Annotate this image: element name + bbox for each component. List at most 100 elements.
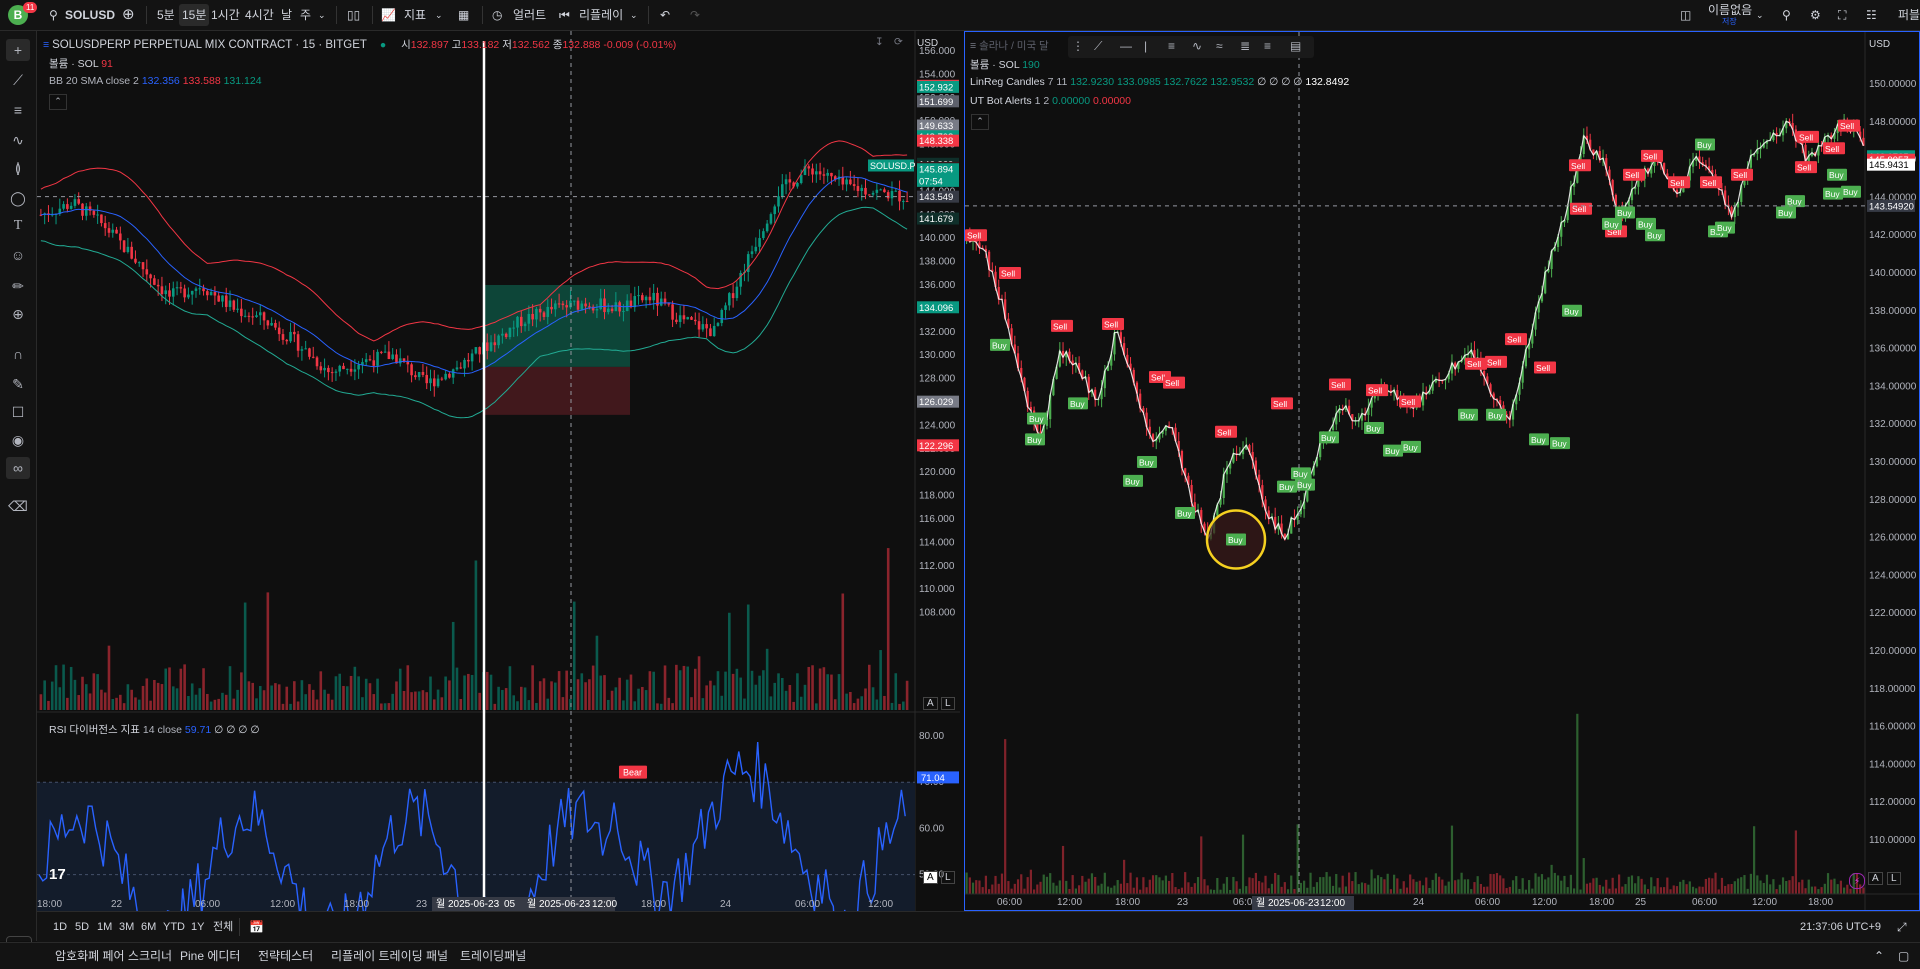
replay-button[interactable]: 리플레이 [579, 0, 623, 30]
ruler-icon[interactable]: ✏ [6, 275, 30, 297]
currency-selector-right[interactable]: USD [1869, 39, 1890, 50]
pattern-icon[interactable]: ∿ [1192, 39, 1202, 53]
publish-button[interactable]: 퍼블 [1898, 0, 1920, 30]
tab-trading-panel[interactable]: 트레이딩패널 [460, 943, 526, 969]
text-tool-icon[interactable]: T [6, 215, 30, 237]
chevron-down-icon[interactable]: ⌄ [630, 0, 638, 30]
clock-display[interactable]: 21:37:06 UTC+9 [1800, 912, 1881, 942]
candle-type-icon[interactable]: ▯▯ [347, 0, 360, 30]
trend-line-icon[interactable]: ⟋ [6, 69, 30, 91]
interval-5m[interactable]: 5분 [157, 0, 175, 30]
goto-date-icon[interactable]: 📅 [249, 912, 264, 942]
eye-icon[interactable]: ◉ [6, 429, 30, 451]
auto-scale-button-right[interactable]: A [1868, 872, 1883, 885]
settings-gear-icon[interactable]: ⚙ [1810, 0, 1821, 30]
interval-day[interactable]: 날 [281, 0, 292, 30]
parallel-channel-icon[interactable]: ≡ [1168, 39, 1175, 53]
auto-scale-button-rsi[interactable]: A [923, 871, 938, 884]
tab-strategy-tester[interactable]: 전략테스터 [258, 943, 313, 969]
crosshair-icon[interactable]: + [6, 39, 30, 61]
range-5d[interactable]: 5D [75, 912, 89, 942]
price-chart-right[interactable]: 150.00000148.00000146.00000144.00000142.… [965, 32, 1919, 910]
indicators-icon[interactable]: 📈 [381, 0, 396, 30]
fib-retracement-icon[interactable]: ≡ [6, 99, 30, 121]
maximize-icon[interactable]: ⤢ [1897, 912, 1907, 942]
chevron-down-icon[interactable]: ⌄ [435, 0, 443, 30]
auto-scale-button[interactable]: A [923, 697, 938, 710]
volume-legend-right[interactable]: 볼륨 · SOL 190 [970, 57, 1040, 72]
range-all[interactable]: 전체 [213, 912, 233, 942]
volume-bar [436, 689, 440, 710]
chevron-down-icon[interactable]: ⌄ [318, 0, 326, 30]
collapse-panel-icon[interactable]: ⌃ [1874, 943, 1884, 969]
link-icon[interactable]: ∞ [6, 457, 30, 479]
draw-mode-icon[interactable]: ✎ [6, 373, 30, 395]
lock-icon[interactable]: ☐ [6, 401, 30, 423]
range-3m[interactable]: 3M [119, 912, 134, 942]
interval-1h[interactable]: 1시간 [211, 0, 240, 30]
symbol-search[interactable]: SOLUSD [65, 0, 115, 30]
tab-replay-trading[interactable]: 리플레이 트레이딩 패널 [331, 943, 448, 969]
log-scale-button-rsi[interactable]: L [941, 871, 955, 884]
range-1y[interactable]: 1Y [191, 912, 204, 942]
scroll-down-icon[interactable]: ↧ [875, 36, 884, 48]
undo-icon[interactable]: ↶ [660, 0, 670, 30]
replay-icon[interactable]: ⏮ [559, 0, 570, 30]
menu-lines-icon[interactable]: ≡ [970, 40, 976, 52]
range-1d[interactable]: 1D [53, 912, 67, 942]
trash-icon[interactable]: ⌫ [6, 495, 30, 517]
bb-legend[interactable]: BB 20 SMA close 2 132.356 133.588 131.12… [49, 75, 262, 87]
interval-week[interactable]: 주 [300, 0, 311, 30]
vertical-line-icon[interactable]: | [1144, 39, 1147, 53]
prediction-tool-icon[interactable]: ≬ [6, 157, 30, 179]
pattern-icon[interactable]: ∿ [6, 129, 30, 151]
alert-clock-icon[interactable]: ◷ [492, 0, 502, 30]
tab-crypto-screener[interactable]: 암호화폐 페어 스크리너 [55, 943, 172, 969]
drag-handle-icon[interactable]: ⋮ [1072, 39, 1084, 53]
interval-15m[interactable]: 15분 [179, 4, 210, 26]
rsi-legend[interactable]: RSI 다이버전스 지표 14 close 59.71 ∅ ∅ ∅ ∅ [49, 722, 259, 737]
emoji-icon[interactable]: ☺ [6, 244, 30, 266]
range-ytd[interactable]: YTD [163, 912, 185, 942]
shapes-icon[interactable]: ◯ [6, 187, 30, 209]
range-6m[interactable]: 6M [141, 912, 156, 942]
camera-icon[interactable]: ☷ [1866, 0, 1877, 30]
chart-pane-right[interactable]: 150.00000148.00000146.00000144.00000142.… [964, 31, 1920, 911]
panel-toggle-icon[interactable]: ◫ [1680, 0, 1691, 30]
price-chart-left[interactable]: 156.000154.000152.000150.000148.000146.0… [37, 31, 960, 911]
log-scale-button-right[interactable]: L [1887, 872, 1901, 885]
chevron-down-icon[interactable]: ⌄ [1756, 0, 1764, 30]
menu-lines-icon[interactable]: ≡ [43, 39, 49, 51]
maximize-panel-icon[interactable]: ▢ [1898, 943, 1909, 969]
search-icon[interactable]: ⚲ [49, 0, 58, 30]
lightning-icon[interactable]: ⚡ [1849, 873, 1865, 889]
add-symbol-icon[interactable]: ⊕ [122, 0, 135, 30]
chart-pane-left[interactable]: 156.000154.000152.000150.000148.000146.0… [37, 31, 960, 911]
gann-icon[interactable]: ≡ [1264, 39, 1271, 53]
horizontal-ray-icon[interactable]: — [1120, 39, 1132, 53]
elliott-wave-icon[interactable]: ≈ [1216, 39, 1223, 53]
range-1m[interactable]: 1M [97, 912, 112, 942]
text-note-icon[interactable]: ▤ [1290, 39, 1301, 53]
redo-icon[interactable]: ↷ [690, 0, 700, 30]
reset-icon[interactable]: ⟳ [894, 36, 903, 48]
tab-pine-editor[interactable]: Pine 에디터 [180, 943, 240, 969]
log-scale-button[interactable]: L [941, 697, 955, 710]
collapse-legend-icon[interactable]: ⌃ [971, 114, 989, 130]
volume-legend[interactable]: 볼륨 · SOL 91 [49, 56, 113, 71]
interval-4h[interactable]: 4시간 [245, 0, 274, 30]
quick-search-icon[interactable]: ⚲ [1782, 0, 1791, 30]
fullscreen-icon[interactable]: ⛶ [1838, 0, 1846, 30]
utbot-legend[interactable]: UT Bot Alerts 1 2 0.00000 0.00000 [970, 95, 1131, 107]
collapse-legend-icon[interactable]: ⌃ [49, 94, 67, 110]
magnet-icon[interactable]: ∩ [6, 343, 30, 365]
alert-button[interactable]: 얼러트 [513, 0, 546, 30]
linreg-legend[interactable]: LinReg Candles 7 11 132.9230 133.0985 13… [970, 76, 1349, 88]
zoom-in-icon[interactable]: ⊕ [6, 303, 30, 325]
fib-icon[interactable]: ≣ [1240, 39, 1250, 53]
indicators-button[interactable]: 지표 [404, 0, 426, 30]
volume-bar [1087, 878, 1090, 894]
currency-selector[interactable]: USD [917, 38, 938, 49]
layout-grid-icon[interactable]: ▦ [458, 0, 469, 30]
trend-line-icon[interactable]: ⟋ [1094, 39, 1102, 54]
